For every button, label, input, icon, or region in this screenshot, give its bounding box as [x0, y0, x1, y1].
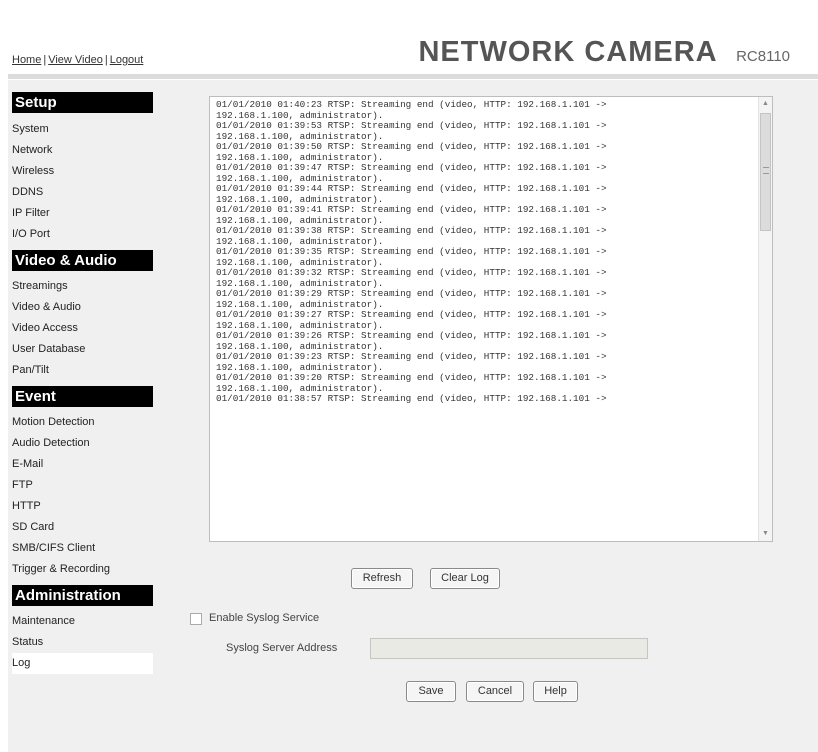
sidebar-heading-video-audio: Video & Audio [12, 250, 153, 271]
sidebar-heading-administration: Administration [12, 585, 153, 606]
sidebar: Setup System Network Wireless DDNS IP Fi… [8, 80, 160, 752]
syslog-server-input[interactable] [370, 638, 648, 659]
sidebar-heading-setup: Setup [12, 92, 153, 113]
sidebar-item-video-access[interactable]: Video Access [8, 318, 160, 339]
sidebar-item-video-audio[interactable]: Video & Audio [8, 297, 160, 318]
sidebar-heading-event: Event [12, 386, 153, 407]
sidebar-item-trigger-recording[interactable]: Trigger & Recording [8, 559, 160, 580]
sidebar-item-log[interactable]: Log [12, 653, 153, 674]
sidebar-item-smb-cifs-client[interactable]: SMB/CIFS Client [8, 538, 160, 559]
nav-separator: | [43, 54, 47, 66]
log-viewer[interactable]: 01/01/2010 01:40:23 RTSP: Streaming end … [209, 96, 773, 542]
sidebar-item-status[interactable]: Status [8, 632, 160, 653]
logout-link[interactable]: Logout [110, 54, 144, 66]
clear-log-button[interactable]: Clear Log [430, 568, 500, 589]
sidebar-item-streamings[interactable]: Streamings [8, 276, 160, 297]
log-text: 01/01/2010 01:40:23 RTSP: Streaming end … [216, 100, 607, 404]
top-nav: Home | View Video | Logout [12, 54, 143, 66]
scroll-up-arrow-icon[interactable]: ▲ [759, 97, 772, 111]
sidebar-item-ip-filter[interactable]: IP Filter [8, 203, 160, 224]
header-divider [8, 74, 818, 79]
scroll-thumb[interactable] [760, 113, 771, 231]
sidebar-item-audio-detection[interactable]: Audio Detection [8, 433, 160, 454]
home-link[interactable]: Home [12, 54, 41, 66]
sidebar-item-system[interactable]: System [8, 119, 160, 140]
sidebar-item-wireless[interactable]: Wireless [8, 161, 160, 182]
sidebar-item-email[interactable]: E-Mail [8, 454, 160, 475]
sidebar-item-user-database[interactable]: User Database [8, 339, 160, 360]
sidebar-item-sd-card[interactable]: SD Card [8, 517, 160, 538]
model-number: RC8110 [736, 48, 790, 65]
view-video-link[interactable]: View Video [48, 54, 103, 66]
sidebar-item-http[interactable]: HTTP [8, 496, 160, 517]
main-panel: 01/01/2010 01:40:23 RTSP: Streaming end … [160, 80, 818, 752]
enable-syslog-label: Enable Syslog Service [209, 612, 320, 624]
syslog-server-label: Syslog Server Address [226, 642, 338, 654]
checkbox-icon[interactable] [190, 613, 202, 625]
grip-icon [763, 167, 769, 174]
product-title: NETWORK CAMERA [418, 36, 718, 68]
sidebar-item-io-port[interactable]: I/O Port [8, 224, 160, 245]
sidebar-item-motion-detection[interactable]: Motion Detection [8, 412, 160, 433]
cancel-button[interactable]: Cancel [466, 681, 524, 702]
sidebar-item-maintenance[interactable]: Maintenance [8, 611, 160, 632]
help-button[interactable]: Help [533, 681, 578, 702]
nav-separator: | [104, 54, 108, 66]
scroll-down-arrow-icon[interactable]: ▼ [759, 527, 772, 541]
sidebar-item-network[interactable]: Network [8, 140, 160, 161]
sidebar-item-pan-tilt[interactable]: Pan/Tilt [8, 360, 160, 381]
brand: NETWORK CAMERA RC8110 [418, 36, 790, 69]
refresh-button[interactable]: Refresh [351, 568, 413, 589]
save-button[interactable]: Save [406, 681, 456, 702]
sidebar-item-ftp[interactable]: FTP [8, 475, 160, 496]
sidebar-item-ddns[interactable]: DDNS [8, 182, 160, 203]
log-scrollbar[interactable]: ▲ ▼ [758, 97, 772, 541]
